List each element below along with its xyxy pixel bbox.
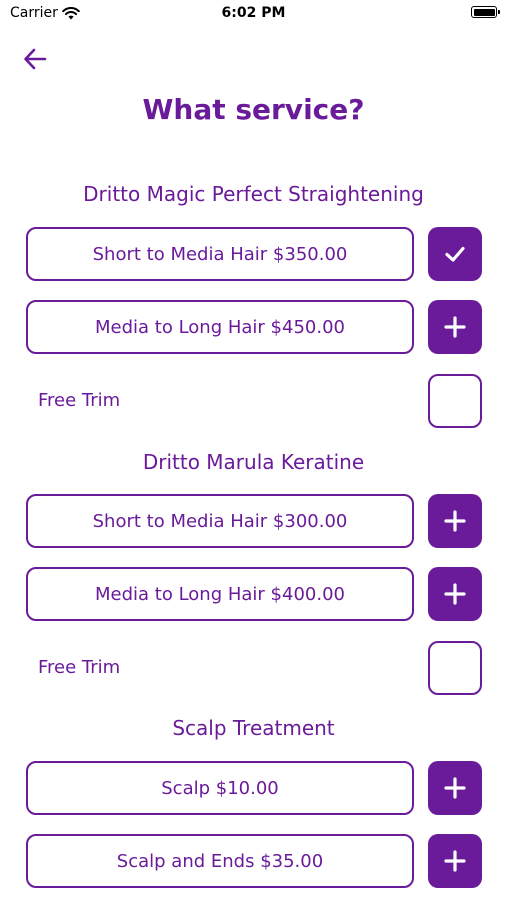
service-option[interactable]: Short to Media Hair $350.00 (26, 227, 414, 281)
add-button[interactable] (428, 300, 482, 354)
service-option-label: Short to Media Hair $300.00 (92, 510, 348, 532)
back-button[interactable] (22, 46, 48, 72)
service-option-label: Short to Media Hair $350.00 (92, 243, 348, 265)
plus-icon (444, 850, 466, 872)
section-title-straightening: Dritto Magic Perfect Straightening (83, 182, 424, 206)
page-title: What service? (142, 93, 365, 126)
service-option[interactable]: Media to Long Hair $450.00 (26, 300, 414, 354)
service-option-label: Media to Long Hair $400.00 (95, 583, 345, 605)
selected-toggle[interactable] (428, 227, 482, 281)
section-title-keratine: Dritto Marula Keratine (142, 450, 365, 474)
arrow-left-icon (24, 48, 47, 70)
service-option[interactable]: Media to Long Hair $400.00 (26, 567, 414, 621)
service-option-label: Media to Long Hair $450.00 (95, 316, 345, 338)
plus-icon (444, 777, 466, 799)
free-trim-label: Free Trim (38, 657, 121, 678)
status-time: 6:02 PM (221, 5, 286, 21)
service-option[interactable]: Scalp and Ends $35.00 (26, 834, 414, 888)
plus-icon (444, 510, 466, 532)
service-option[interactable]: Short to Media Hair $300.00 (26, 494, 414, 548)
battery-icon (471, 6, 500, 18)
free-trim-checkbox[interactable] (428, 641, 482, 695)
plus-icon (444, 316, 466, 338)
check-icon (445, 246, 465, 262)
plus-icon (444, 583, 466, 605)
status-bar: Carrier 6:02 PM (0, 0, 507, 30)
section-title-scalp: Scalp Treatment (172, 716, 335, 740)
free-trim-label: Free Trim (38, 390, 121, 411)
service-option-label: Scalp and Ends $35.00 (116, 850, 324, 872)
service-option[interactable]: Scalp $10.00 (26, 761, 414, 815)
add-button[interactable] (428, 567, 482, 621)
add-button[interactable] (428, 494, 482, 548)
service-option-label: Scalp $10.00 (161, 777, 279, 799)
free-trim-checkbox[interactable] (428, 374, 482, 428)
add-button[interactable] (428, 834, 482, 888)
add-button[interactable] (428, 761, 482, 815)
